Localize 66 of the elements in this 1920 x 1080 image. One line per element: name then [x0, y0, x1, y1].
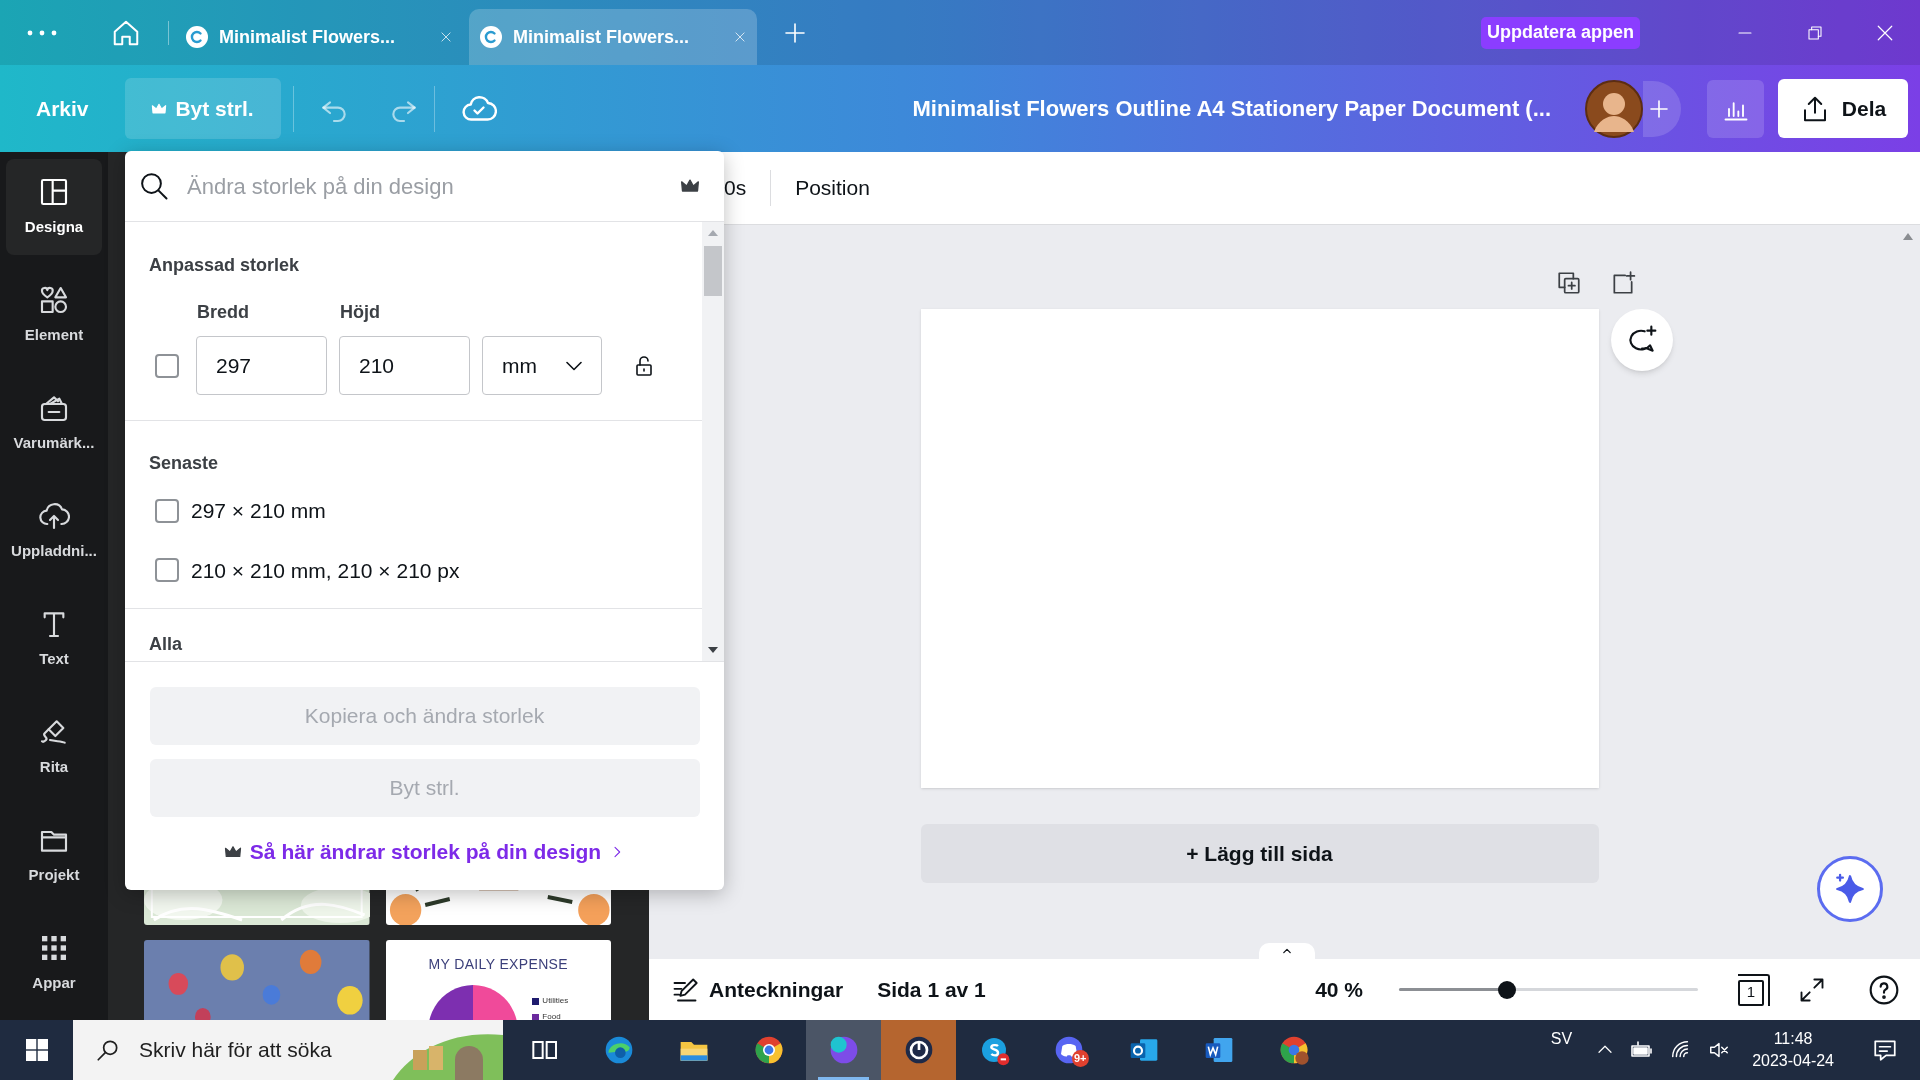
notifications-icon[interactable] — [1872, 1037, 1898, 1063]
new-tab-icon[interactable] — [783, 20, 807, 45]
help-link[interactable]: Så här ändrar storlek på din design — [223, 836, 626, 868]
update-app-button[interactable]: Uppdatera appen — [1480, 16, 1640, 49]
template-title: MY DAILY EXPENSE — [428, 955, 568, 974]
width-input[interactable]: 297 — [196, 336, 327, 395]
checkbox[interactable] — [155, 558, 179, 583]
height-input[interactable]: 210 — [339, 336, 470, 395]
checkbox[interactable] — [155, 498, 179, 523]
add-page-button[interactable]: + Lägg till sida — [920, 824, 1599, 883]
search-field[interactable]: Ändra storlek på din design — [187, 169, 662, 203]
clock[interactable]: 11:48 2023-04-24 — [1752, 1028, 1834, 1072]
insights-button[interactable] — [1707, 79, 1764, 138]
search-icon — [139, 171, 169, 201]
sidebar-item[interactable]: Element — [6, 267, 102, 363]
field-label: Höjd — [340, 301, 380, 324]
legend-label: Food — [542, 1011, 561, 1020]
help-icon[interactable] — [1868, 973, 1900, 1006]
input-language[interactable]: SV — [1550, 1027, 1573, 1051]
scrollbar[interactable] — [702, 222, 724, 661]
checkbox[interactable] — [155, 353, 179, 378]
logo-icon — [479, 25, 503, 49]
template-card[interactable]: MY DAILY EXPENSE Utilities Food — [385, 940, 611, 1020]
size-option[interactable]: 297 × 210 mm — [191, 495, 326, 527]
document-title[interactable]: Minimalist Flowers Outline A4 Stationery Paper Document (... — [912, 92, 1551, 125]
sparkle-icon — [1833, 872, 1867, 906]
notification-badge: 9+ — [1072, 1050, 1089, 1067]
zoom-percent[interactable]: 40 % — [1315, 973, 1363, 1006]
logo-icon — [185, 25, 209, 49]
add-collaborator-button[interactable] — [1643, 80, 1681, 137]
start-icon[interactable] — [25, 1039, 48, 1061]
page-panel-toggle[interactable] — [1259, 943, 1315, 961]
taskbar-app[interactable]: 9+ — [1031, 1020, 1106, 1080]
zoom-slider[interactable] — [1399, 979, 1698, 1000]
scrollbar-thumb[interactable] — [704, 246, 722, 296]
duplicate-page-icon[interactable] — [1555, 270, 1582, 296]
sidebar-item[interactable]: Appar — [6, 915, 102, 1011]
slider-thumb[interactable] — [1497, 980, 1516, 999]
section-heading: Alla — [148, 633, 183, 656]
scroll-up-icon[interactable] — [1902, 233, 1913, 240]
page-info: Sida 1 av 1 — [877, 976, 986, 1003]
toolbar-button[interactable]: Position — [795, 172, 870, 204]
comment-button[interactable] — [1610, 309, 1673, 371]
section-heading: Senaste — [148, 452, 220, 475]
sidebar-item[interactable]: Uppladdni... — [6, 483, 102, 579]
taskbar-search-field[interactable]: Skriv här för att söka — [73, 1020, 503, 1080]
scroll-down-icon[interactable] — [708, 647, 718, 653]
section-heading: Anpassad storlek — [148, 254, 301, 277]
legend-label: Utilities — [542, 995, 569, 1007]
avatar[interactable] — [1585, 79, 1643, 138]
toolbar-button[interactable]: 0s — [724, 172, 747, 204]
sidebar-item[interactable]: Projekt — [6, 807, 102, 903]
chevron-up-icon — [1281, 947, 1293, 955]
share-button[interactable]: Dela — [1778, 79, 1908, 138]
sidebar-item[interactable]: Designa — [6, 159, 102, 255]
close-icon[interactable] — [1876, 23, 1894, 42]
notes-button[interactable]: Anteckningar — [671, 973, 844, 1006]
size-option[interactable]: 210 × 210 mm, 210 × 210 px — [191, 554, 460, 586]
sidebar-item[interactable]: Text — [6, 591, 102, 687]
restore-icon[interactable] — [1807, 24, 1823, 41]
unit-dropdown[interactable]: mm — [482, 336, 602, 395]
sidebar-item[interactable]: Varumärk... — [6, 375, 102, 471]
chevron-down-icon — [566, 360, 582, 371]
taskbar-app[interactable] — [881, 1020, 956, 1080]
sidebar-item[interactable]: Rita — [6, 699, 102, 795]
field-label: Bredd — [197, 301, 250, 324]
